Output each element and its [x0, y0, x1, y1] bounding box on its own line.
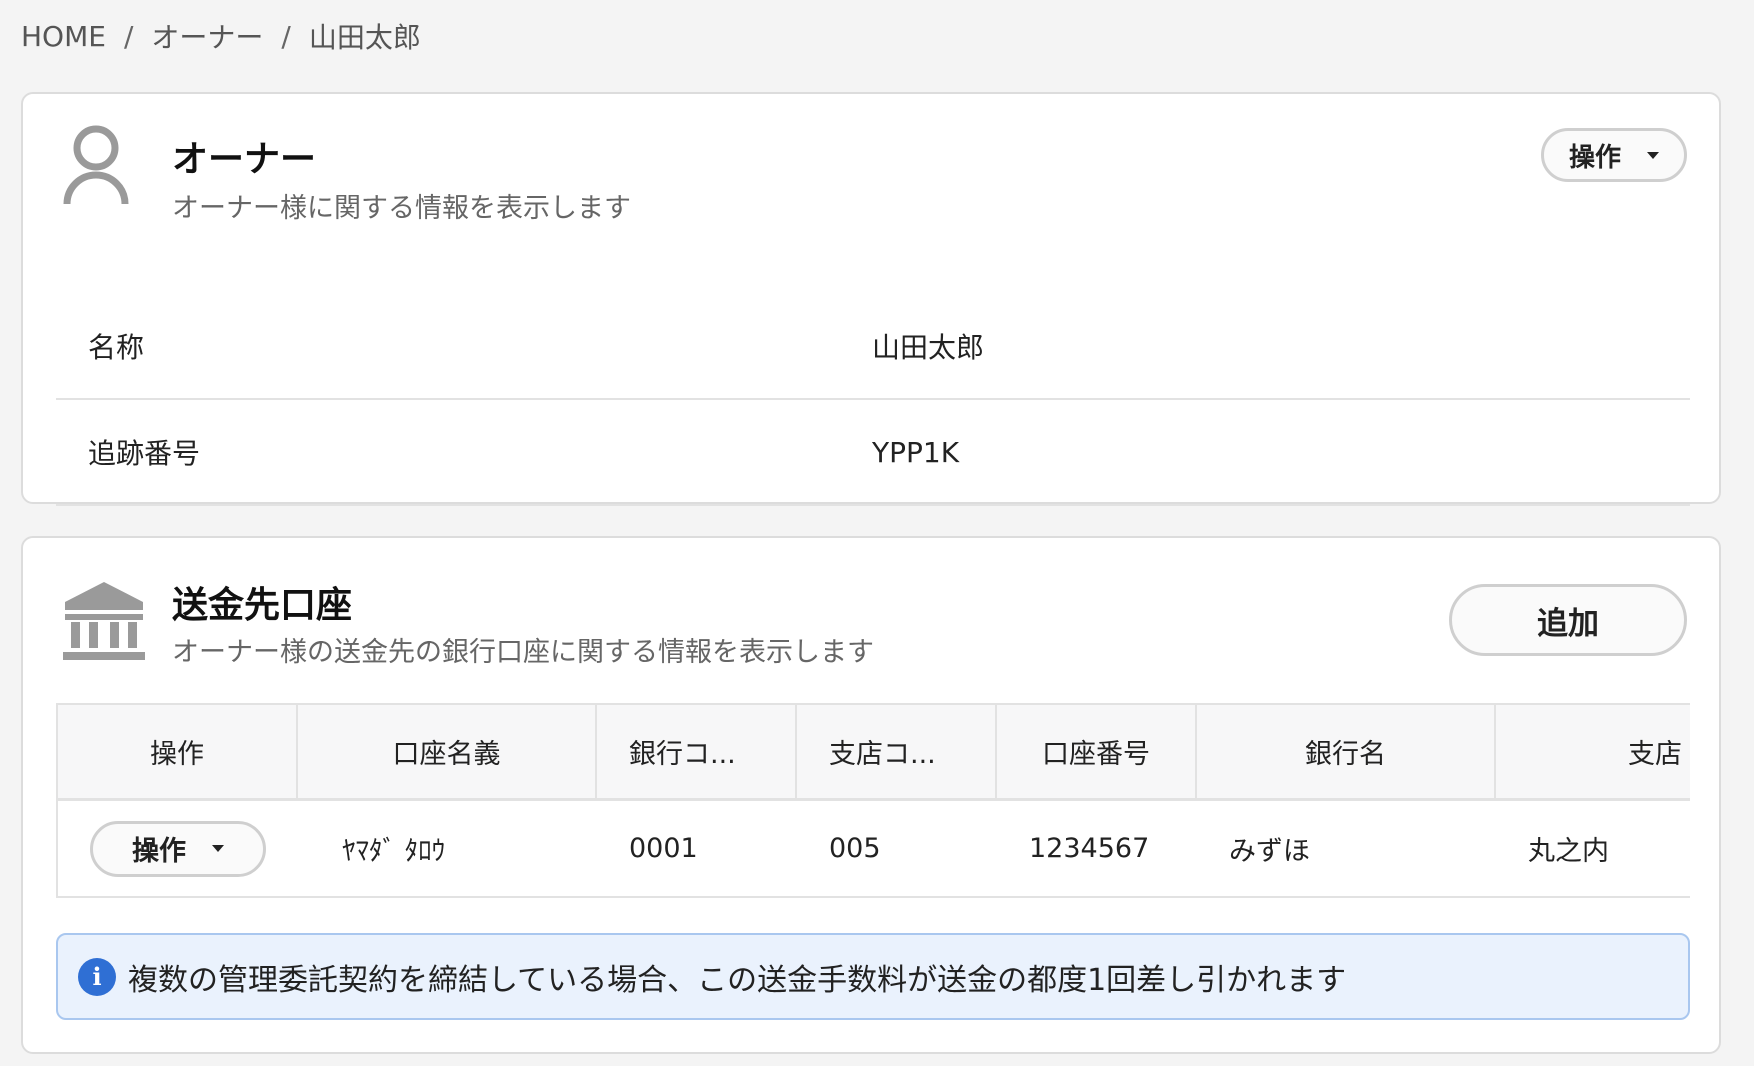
caret-down-icon: [1647, 151, 1659, 159]
account-number-cell: 1234567: [1029, 833, 1150, 864]
caret-down-icon: [212, 845, 224, 852]
bank-code-cell: 0001: [629, 833, 698, 864]
owner-card-title: オーナー: [172, 139, 317, 180]
row-action-label: 操作: [132, 836, 186, 867]
owner-card-subtitle: オーナー様に関する情報を表示します: [172, 193, 631, 224]
account-card-subtitle: オーナー様の送金先の銀行口座に関する情報を表示します: [172, 637, 874, 668]
name-label: 名称: [88, 331, 145, 364]
breadcrumb: HOME / オーナー / 山田太郎: [21, 16, 421, 56]
breadcrumb-separator: /: [281, 19, 291, 53]
action-cell: 操作: [58, 801, 298, 896]
column-header-bank-code[interactable]: 銀行コ...: [597, 705, 797, 798]
info-row-name: 名称 山田太郎: [56, 294, 1690, 400]
breadcrumb-home-link[interactable]: HOME: [21, 20, 106, 53]
info-row-tracking-number: 追跡番号 YPP1K: [56, 400, 1690, 506]
table-header-row: 操作 口座名義 銀行コ... 支店コ... 口座番号 銀行名 支店: [58, 703, 1690, 801]
column-header-branch-name: 支店: [1496, 705, 1690, 798]
account-card: 送金先口座 オーナー様の送金先の銀行口座に関する情報を表示します 追加 操作 口…: [21, 536, 1721, 1054]
breadcrumb-current: 山田太郎: [308, 21, 421, 54]
fee-notice: i 複数の管理委託契約を締結している場合、この送金手数料が送金の都度1回差し引か…: [56, 933, 1690, 1020]
owner-action-dropdown[interactable]: 操作: [1541, 128, 1687, 182]
bank-icon: [61, 578, 147, 666]
user-icon: [63, 124, 129, 210]
info-icon: i: [78, 957, 116, 996]
branch-name-cell: 丸之内: [1528, 836, 1609, 867]
owner-action-label: 操作: [1568, 142, 1621, 173]
column-header-holder: 口座名義: [298, 705, 597, 798]
account-table: 操作 口座名義 銀行コ... 支店コ... 口座番号 銀行名 支店 操作 ﾔﾏﾀ…: [56, 703, 1690, 898]
add-account-button[interactable]: 追加: [1449, 584, 1687, 656]
column-header-account-number: 口座番号: [997, 705, 1197, 798]
table-row: 操作 ﾔﾏﾀﾞ ﾀﾛｳ 0001 005 1234567 みずほ 丸之内: [58, 801, 1690, 898]
bank-name-cell: みずほ: [1229, 836, 1310, 867]
breadcrumb-owner-link[interactable]: オーナー: [151, 16, 263, 56]
branch-code-cell: 005: [829, 833, 881, 864]
column-header-bank-name: 銀行名: [1197, 705, 1496, 798]
row-action-dropdown[interactable]: 操作: [90, 820, 266, 877]
account-card-title: 送金先口座: [172, 585, 353, 626]
tracking-number-value: YPP1K: [872, 435, 960, 469]
tracking-number-label: 追跡番号: [88, 437, 201, 470]
column-header-action: 操作: [58, 705, 298, 798]
owner-card: オーナー オーナー様に関する情報を表示します 操作 名称 山田太郎 追跡番号 Y…: [21, 92, 1721, 506]
column-header-branch-code[interactable]: 支店コ...: [797, 705, 997, 798]
holder-cell: ﾔﾏﾀﾞ ﾀﾛｳ: [342, 836, 446, 867]
name-value: 山田太郎: [872, 331, 985, 364]
fee-notice-text: 複数の管理委託契約を締結している場合、この送金手数料が送金の都度1回差し引かれま…: [128, 962, 1347, 998]
breadcrumb-separator: /: [123, 19, 134, 53]
